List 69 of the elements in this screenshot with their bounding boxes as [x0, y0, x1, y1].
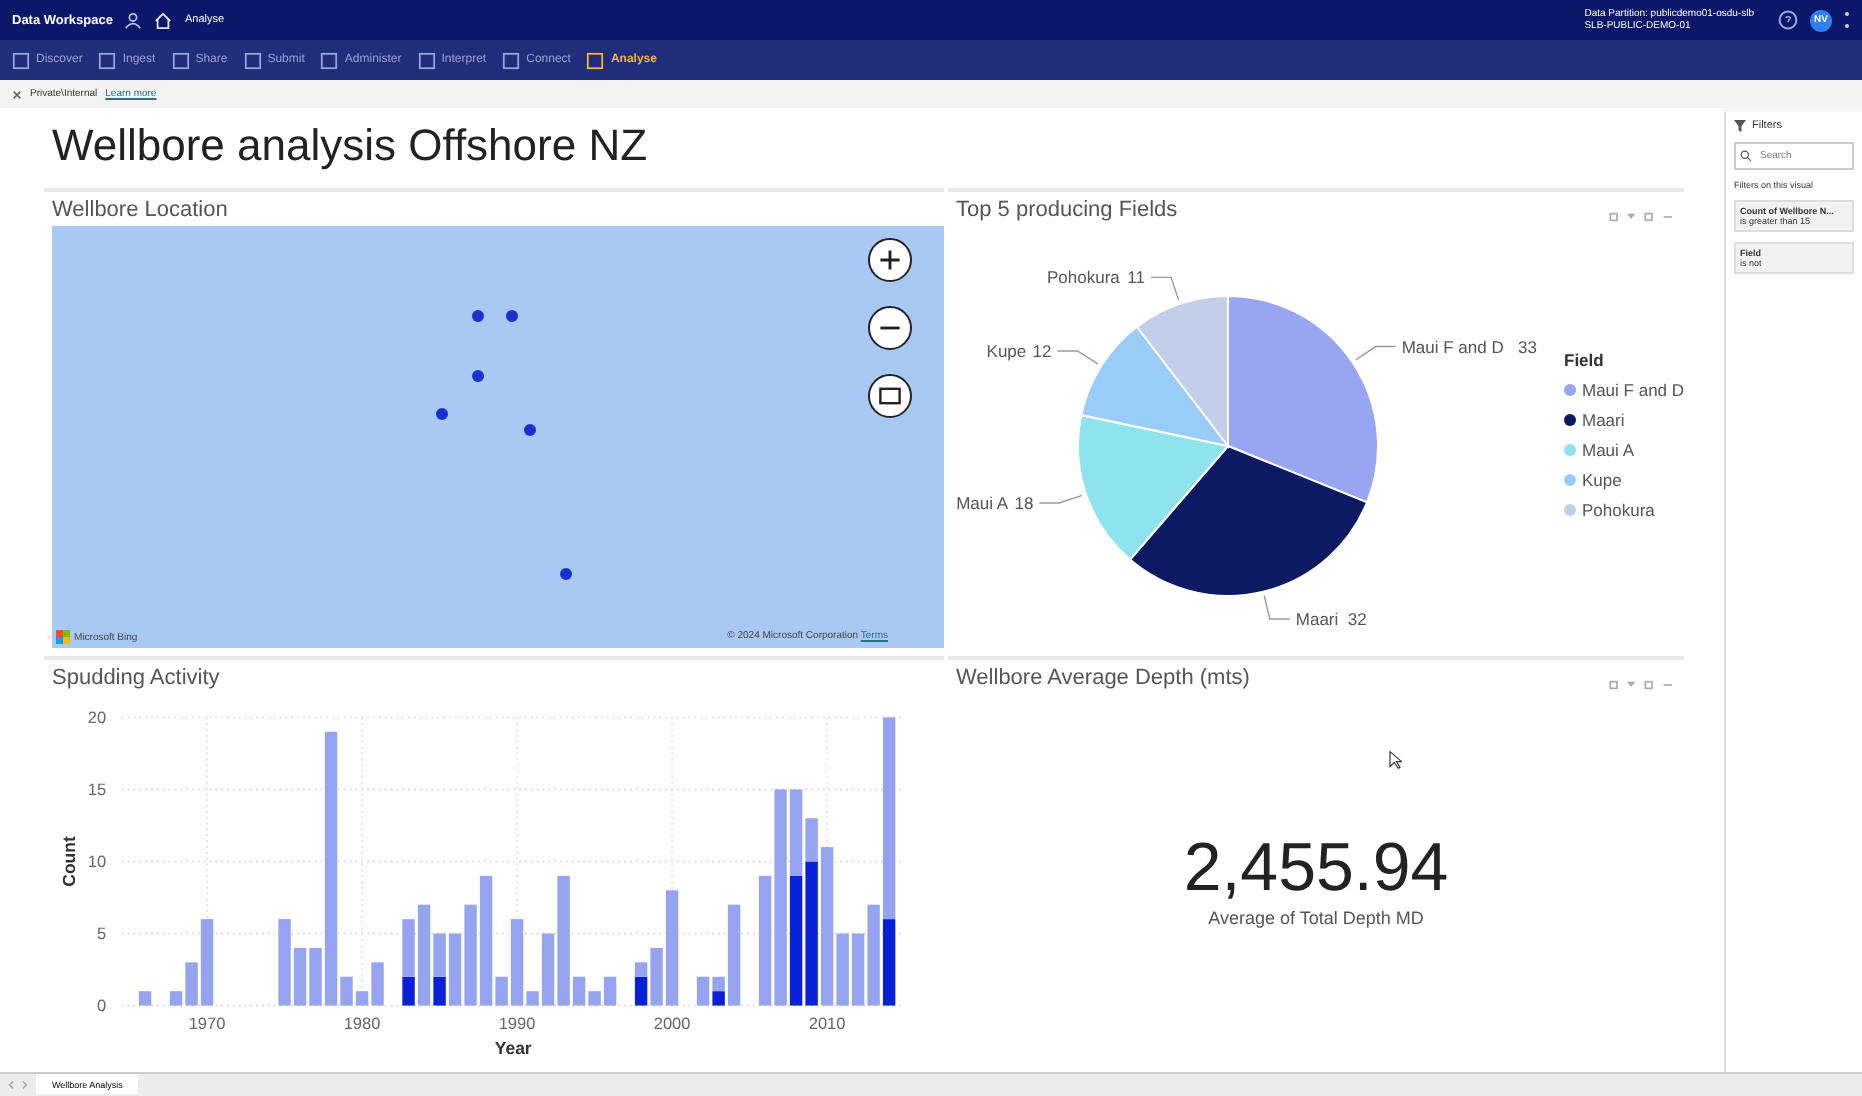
zoom-out-button[interactable] — [868, 306, 912, 350]
bar[interactable] — [712, 976, 725, 992]
map-pin[interactable] — [506, 310, 519, 323]
bar[interactable] — [433, 976, 446, 1006]
x-axis-title: Year — [494, 1038, 532, 1059]
category-label: Maari — [1295, 609, 1339, 629]
map-pin[interactable] — [435, 407, 448, 420]
kpi-caption: Average of Total Depth MD — [1208, 908, 1424, 928]
tile-title: Wellbore Location — [52, 198, 228, 222]
zoom-in-button[interactable] — [868, 238, 912, 282]
legend-title: Field — [1564, 350, 1606, 370]
leader-line — [1263, 595, 1291, 620]
legend-label: Kupe — [1582, 470, 1622, 490]
pie-slice[interactable] — [1077, 414, 1229, 561]
logo-icon — [56, 630, 70, 644]
leader-line — [1355, 345, 1397, 361]
legend-label: Maui F and D — [1582, 380, 1684, 400]
pie-slice[interactable] — [1227, 295, 1379, 504]
y-axis-title: Count — [59, 836, 80, 887]
select-area-button[interactable] — [868, 374, 912, 418]
data-label: 18 — [1014, 493, 1034, 513]
visual-header-icons[interactable] — [1608, 212, 1676, 222]
legend-label: Maui A — [1582, 440, 1634, 460]
category-label: Maui A — [956, 493, 1009, 513]
help-icon[interactable] — [1778, 10, 1798, 30]
data-label: 32 — [1347, 609, 1367, 629]
leader-line — [1038, 494, 1083, 504]
cursor-icon — [1388, 750, 1402, 770]
map-pin[interactable] — [560, 567, 573, 580]
bar[interactable] — [402, 976, 415, 1006]
tile-title: Wellbore Average Depth (mts) — [956, 666, 1250, 690]
map-pin[interactable] — [524, 424, 537, 437]
square-icon — [417, 51, 436, 69]
kpi-value: 2,455.94 — [1183, 830, 1449, 908]
map-pin[interactable] — [471, 310, 484, 323]
square-icon — [586, 51, 605, 69]
bar[interactable] — [634, 976, 648, 1006]
category-label: Pohokura — [1047, 267, 1120, 288]
data-label: 11 — [1127, 267, 1145, 288]
data-label: 33 — [1518, 336, 1537, 357]
leader-line — [1150, 276, 1180, 301]
legend-label: Maari — [1582, 410, 1625, 430]
square-icon — [502, 51, 521, 69]
legend-label: Pohokura — [1582, 500, 1655, 520]
plus-icon — [878, 248, 902, 272]
map-pin[interactable] — [471, 369, 484, 382]
scroll-arrows-icon[interactable] — [8, 1080, 28, 1090]
search-icon — [1740, 150, 1752, 162]
filter-icon — [1734, 120, 1746, 132]
square-icon — [320, 51, 339, 69]
leader-line — [1056, 350, 1099, 365]
bar[interactable] — [882, 919, 896, 1006]
visual-header-icons[interactable] — [1608, 680, 1676, 690]
pie-slice[interactable] — [1129, 445, 1368, 597]
person-icon[interactable] — [124, 11, 143, 29]
square-icon — [243, 51, 262, 69]
tile-title: Spudding Activity — [52, 666, 220, 690]
category-label: Maui F and D — [1401, 336, 1504, 357]
home-icon[interactable] — [154, 11, 173, 29]
rectangle-icon — [878, 384, 902, 408]
square-icon — [98, 51, 117, 69]
tile-title: Top 5 producing Fields — [956, 198, 1178, 222]
data-label: 12 — [1032, 341, 1052, 361]
report-title: Wellbore analysis Offshore NZ — [52, 120, 650, 172]
bar[interactable] — [789, 875, 803, 1006]
square-icon — [12, 51, 30, 69]
more-icon[interactable] — [1844, 10, 1850, 30]
category-label: Kupe — [986, 341, 1027, 361]
square-icon — [171, 51, 190, 69]
